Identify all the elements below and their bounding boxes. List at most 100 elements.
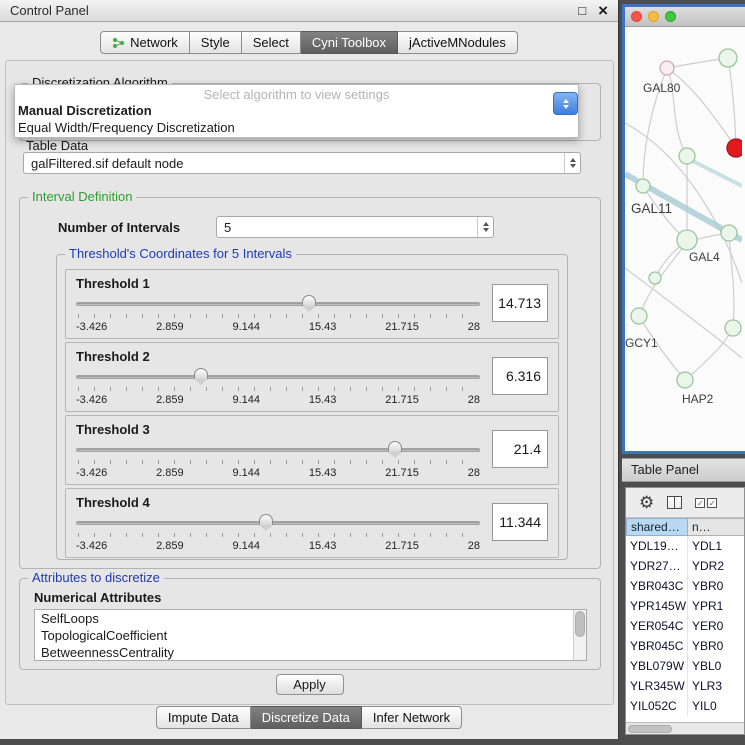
cell: YIL052C	[626, 696, 688, 716]
network-node[interactable]	[721, 225, 737, 241]
tab-cyni-toolbox[interactable]: Cyni Toolbox	[301, 31, 398, 54]
table-row[interactable]: YPR145WYPR1	[626, 596, 744, 616]
threshold-value-field[interactable]: 21.4	[492, 430, 548, 468]
list-item[interactable]: TopologicalCoefficient	[35, 627, 586, 644]
stepper-icon[interactable]	[564, 153, 580, 173]
network-node[interactable]	[636, 179, 650, 193]
scale-label: 21.715	[385, 467, 419, 479]
table-row[interactable]: YBR045CYBR0	[626, 636, 744, 656]
network-node[interactable]	[660, 61, 674, 75]
slider-ticks	[78, 460, 478, 464]
network-node-selected[interactable]	[727, 139, 742, 157]
cell: YDL19…	[626, 536, 688, 556]
slider-thumb[interactable]	[302, 295, 316, 306]
table-row[interactable]: YBL079WYBL0	[626, 656, 744, 676]
network-view-window: GAL80 GAL11 GAL4 GCY1 HAP2	[622, 4, 745, 454]
checkbox-icon: ✓	[707, 498, 717, 508]
stepper-icon[interactable]	[477, 217, 493, 237]
number-of-intervals-select[interactable]: 5	[216, 216, 494, 238]
network-node[interactable]	[649, 272, 661, 284]
algorithm-combo-stepper[interactable]	[553, 92, 578, 115]
zoom-button[interactable]	[665, 11, 676, 22]
tab-label: Impute Data	[168, 710, 239, 725]
close-button[interactable]	[631, 11, 642, 22]
node-labels: GAL80 GAL11 GAL4 GCY1 HAP2	[625, 81, 720, 406]
scale-label: 15.43	[309, 394, 337, 406]
network-node[interactable]	[725, 320, 741, 336]
table-row[interactable]: YDL19…YDL1	[626, 536, 744, 556]
apply-button[interactable]: Apply	[276, 674, 344, 695]
dropdown-option-equal-width[interactable]: Equal Width/Frequency Discretization	[15, 119, 578, 136]
tab-infer-network[interactable]: Infer Network	[362, 706, 462, 729]
threshold-value-field[interactable]: 14.713	[492, 284, 548, 322]
slider-track[interactable]	[76, 302, 480, 306]
slider-track[interactable]	[76, 448, 480, 452]
list-item[interactable]: SelfLoops	[35, 610, 586, 627]
scale-label: -3.426	[76, 467, 107, 479]
network-node[interactable]	[677, 230, 697, 250]
tab-impute-data[interactable]: Impute Data	[156, 706, 251, 729]
threshold-slider[interactable]: -3.426 2.859 9.144 15.43 21.715 28	[76, 513, 480, 557]
cell: YDL1	[688, 536, 744, 556]
control-panel-window: Control Panel □ × Network Style Select C…	[0, 0, 619, 739]
network-node[interactable]	[677, 372, 693, 388]
column-header-shared-name[interactable]: shared…	[626, 518, 688, 536]
attributes-list[interactable]: SelfLoops TopologicalCoefficient Between…	[34, 609, 587, 661]
float-window-button[interactable]: □	[578, 4, 586, 17]
threshold-slider[interactable]: -3.426 2.859 9.144 15.43 21.715 28	[76, 440, 480, 484]
network-canvas[interactable]: GAL80 GAL11 GAL4 GCY1 HAP2	[625, 28, 745, 451]
tab-discretize-data[interactable]: Discretize Data	[251, 706, 362, 729]
threshold-slider[interactable]: -3.426 2.859 9.144 15.43 21.715 28	[76, 294, 480, 338]
cell: YIL0	[688, 696, 744, 716]
table-toolbar: ⚙ ✓ ✓	[626, 488, 744, 518]
threshold-value-field[interactable]: 11.344	[492, 503, 548, 541]
slider-thumb[interactable]	[194, 368, 208, 379]
horizontal-scrollbar[interactable]	[626, 722, 744, 734]
scrollbar-thumb[interactable]	[575, 611, 585, 637]
list-item[interactable]: BetweennessCentrality	[35, 644, 586, 661]
threshold-slider[interactable]: -3.426 2.859 9.144 15.43 21.715 28	[76, 367, 480, 411]
number-of-intervals-value: 5	[217, 220, 477, 235]
slider-thumb[interactable]	[259, 514, 273, 525]
slider-track[interactable]	[76, 375, 480, 379]
column-header-name[interactable]: n…	[688, 518, 744, 536]
slider-scale: -3.426 2.859 9.144 15.43 21.715 28	[76, 394, 480, 406]
tab-select[interactable]: Select	[242, 31, 301, 54]
tab-jactivemodules[interactable]: jActiveMNodules	[398, 31, 518, 54]
cell: YPR145W	[626, 596, 688, 616]
table-row[interactable]: YER054CYER0	[626, 616, 744, 636]
gear-icon[interactable]: ⚙	[639, 494, 654, 511]
threshold-panel: Threshold 3 -3.426 2.859 9.144 15.43 21.…	[65, 415, 559, 485]
node-label: GAL80	[643, 81, 681, 95]
threshold-value-field[interactable]: 6.316	[492, 357, 548, 395]
scale-label: 2.859	[156, 467, 184, 479]
tab-label: Cyni Toolbox	[312, 35, 386, 50]
scrollbar-thumb[interactable]	[628, 725, 672, 733]
list-scrollbar[interactable]	[573, 610, 586, 660]
dropdown-option-manual-discretization[interactable]: Manual Discretization	[15, 102, 578, 119]
table-panel-window: ⚙ ✓ ✓ shared… n… YDL19…YDL1 YDR27…YDR2 Y…	[625, 487, 745, 735]
close-window-button[interactable]: ×	[598, 2, 608, 19]
tab-network[interactable]: Network	[100, 31, 190, 54]
table-row[interactable]: YIL052CYIL0	[626, 696, 744, 716]
table-data-select[interactable]: galFiltered.sif default node	[23, 152, 581, 174]
threshold-panel: Threshold 4 -3.426 2.859 9.144 15.43 21.…	[65, 488, 559, 558]
slider-thumb[interactable]	[388, 441, 402, 452]
table-row[interactable]: YBR043CYBR0	[626, 576, 744, 596]
network-node[interactable]	[719, 49, 737, 67]
network-window-titlebar[interactable]	[625, 7, 745, 27]
network-node[interactable]	[631, 308, 647, 324]
table-row[interactable]: YDR27…YDR2	[626, 556, 744, 576]
window-titlebar[interactable]: Control Panel □ ×	[0, 0, 618, 22]
tab-style[interactable]: Style	[190, 31, 242, 54]
cell: YER0	[688, 616, 744, 636]
minimize-button[interactable]	[648, 11, 659, 22]
slider-track[interactable]	[76, 521, 480, 525]
network-node[interactable]	[679, 148, 695, 164]
scale-label: 15.43	[309, 321, 337, 333]
table-row[interactable]: YLR345WYLR3	[626, 676, 744, 696]
select-attributes-icon[interactable]: ✓ ✓	[695, 498, 717, 508]
thresholds-group: Threshold's Coordinates for 5 Intervals …	[56, 254, 568, 560]
columns-icon[interactable]	[667, 496, 682, 509]
cell: YER054C	[626, 616, 688, 636]
